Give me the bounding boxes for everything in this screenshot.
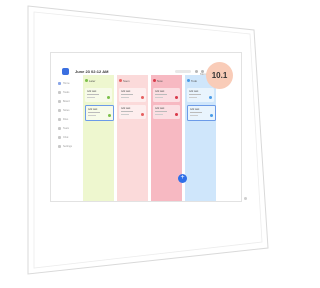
plus-icon: + xyxy=(180,174,185,181)
card-text-line xyxy=(88,115,96,116)
date-time: June 23 02:12 AM xyxy=(75,69,109,74)
column-title: Todo xyxy=(191,78,198,83)
sidebar-item-chat[interactable]: Chat xyxy=(58,135,74,140)
gear-icon xyxy=(58,145,61,148)
card-text-line xyxy=(155,94,167,95)
board-column: Todo Add task Add task xyxy=(185,75,216,201)
task-card[interactable]: Add task xyxy=(153,88,180,102)
tasks-icon xyxy=(58,91,61,94)
sidebar-item-label: Tasks xyxy=(63,91,70,94)
card-title: Add task xyxy=(88,108,98,111)
search-input[interactable] xyxy=(175,70,191,73)
chat-icon xyxy=(58,136,61,139)
sidebar-item-label: Settings xyxy=(63,145,73,148)
card-title: Add task xyxy=(121,90,131,93)
board-icon xyxy=(58,100,61,103)
sidebar-item-label: Team xyxy=(63,127,70,130)
avatar xyxy=(210,114,213,117)
column-status-dot xyxy=(85,79,88,82)
sidebar-item-label: Files xyxy=(63,118,69,121)
board-column: Soon Add task Add task xyxy=(117,75,148,201)
card-text-line xyxy=(155,114,163,115)
notes-icon xyxy=(58,109,61,112)
column-header[interactable]: Later xyxy=(85,78,113,84)
task-card[interactable]: Add task xyxy=(119,88,146,102)
column-header[interactable]: Soon xyxy=(119,78,147,84)
card-text-line xyxy=(87,94,99,95)
sidebar: Home Tasks Board Notes Files Team Chat S… xyxy=(51,79,73,201)
card-title: Add task xyxy=(121,107,131,110)
sidebar-item-files[interactable]: Files xyxy=(58,117,74,122)
sidebar-item-home[interactable]: Home xyxy=(58,81,74,86)
avatar xyxy=(107,96,110,99)
task-card[interactable]: Add task xyxy=(85,88,112,102)
card-title: Add task xyxy=(155,90,165,93)
avatar xyxy=(175,113,178,116)
sidebar-item-board[interactable]: Board xyxy=(58,99,74,104)
task-card[interactable]: Add task xyxy=(85,105,114,121)
board-column: Now Add task Add task xyxy=(151,75,182,201)
card-text-line xyxy=(88,112,100,113)
card-title: Add task xyxy=(189,90,199,93)
sidebar-item-team[interactable]: Team xyxy=(58,126,74,131)
team-icon xyxy=(58,127,61,130)
card-text-line xyxy=(189,97,197,98)
sidebar-item-label: Notes xyxy=(63,109,70,112)
add-task-button[interactable]: + xyxy=(178,174,187,183)
sidebar-item-label: Board xyxy=(63,100,70,103)
column-status-dot xyxy=(187,79,190,82)
column-title: Now xyxy=(157,78,163,83)
home-indicator xyxy=(244,197,247,200)
board-column: Later Add task Add task xyxy=(83,75,114,201)
avatar xyxy=(108,114,111,117)
filter-icon[interactable] xyxy=(195,70,198,73)
app-icon[interactable] xyxy=(62,68,69,75)
card-text-line xyxy=(121,114,129,115)
avatar xyxy=(141,96,144,99)
sidebar-item-notes[interactable]: Notes xyxy=(58,108,74,113)
avatar xyxy=(209,96,212,99)
card-text-line xyxy=(87,97,95,98)
column-header[interactable]: Now xyxy=(153,78,181,84)
task-card[interactable]: Add task xyxy=(119,105,146,119)
avatar xyxy=(141,113,144,116)
column-title: Later xyxy=(89,78,96,83)
card-text-line xyxy=(121,111,133,112)
sidebar-item-label: Chat xyxy=(63,136,69,139)
task-card[interactable]: Add task xyxy=(187,105,216,121)
sidebar-item-settings[interactable]: Settings xyxy=(58,144,74,149)
column-status-dot xyxy=(119,79,122,82)
home-icon xyxy=(58,82,61,85)
column-title: Soon xyxy=(123,78,130,83)
sidebar-item-tasks[interactable]: Tasks xyxy=(58,90,74,95)
column-status-dot xyxy=(153,79,156,82)
card-text-line xyxy=(155,97,163,98)
card-text-line xyxy=(189,94,201,95)
card-text-line xyxy=(190,115,198,116)
card-text-line xyxy=(155,111,167,112)
card-title: Add task xyxy=(87,90,97,93)
card-text-line xyxy=(121,94,133,95)
card-title: Add task xyxy=(155,107,165,110)
task-card[interactable]: Add task xyxy=(153,105,180,119)
task-card[interactable]: Add task xyxy=(187,88,214,102)
card-text-line xyxy=(121,97,129,98)
files-icon xyxy=(58,118,61,121)
sidebar-item-label: Home xyxy=(63,82,70,85)
card-title: Add task xyxy=(190,108,200,111)
avatar xyxy=(175,96,178,99)
card-text-line xyxy=(190,112,202,113)
score-badge: 10.1 xyxy=(206,62,233,89)
